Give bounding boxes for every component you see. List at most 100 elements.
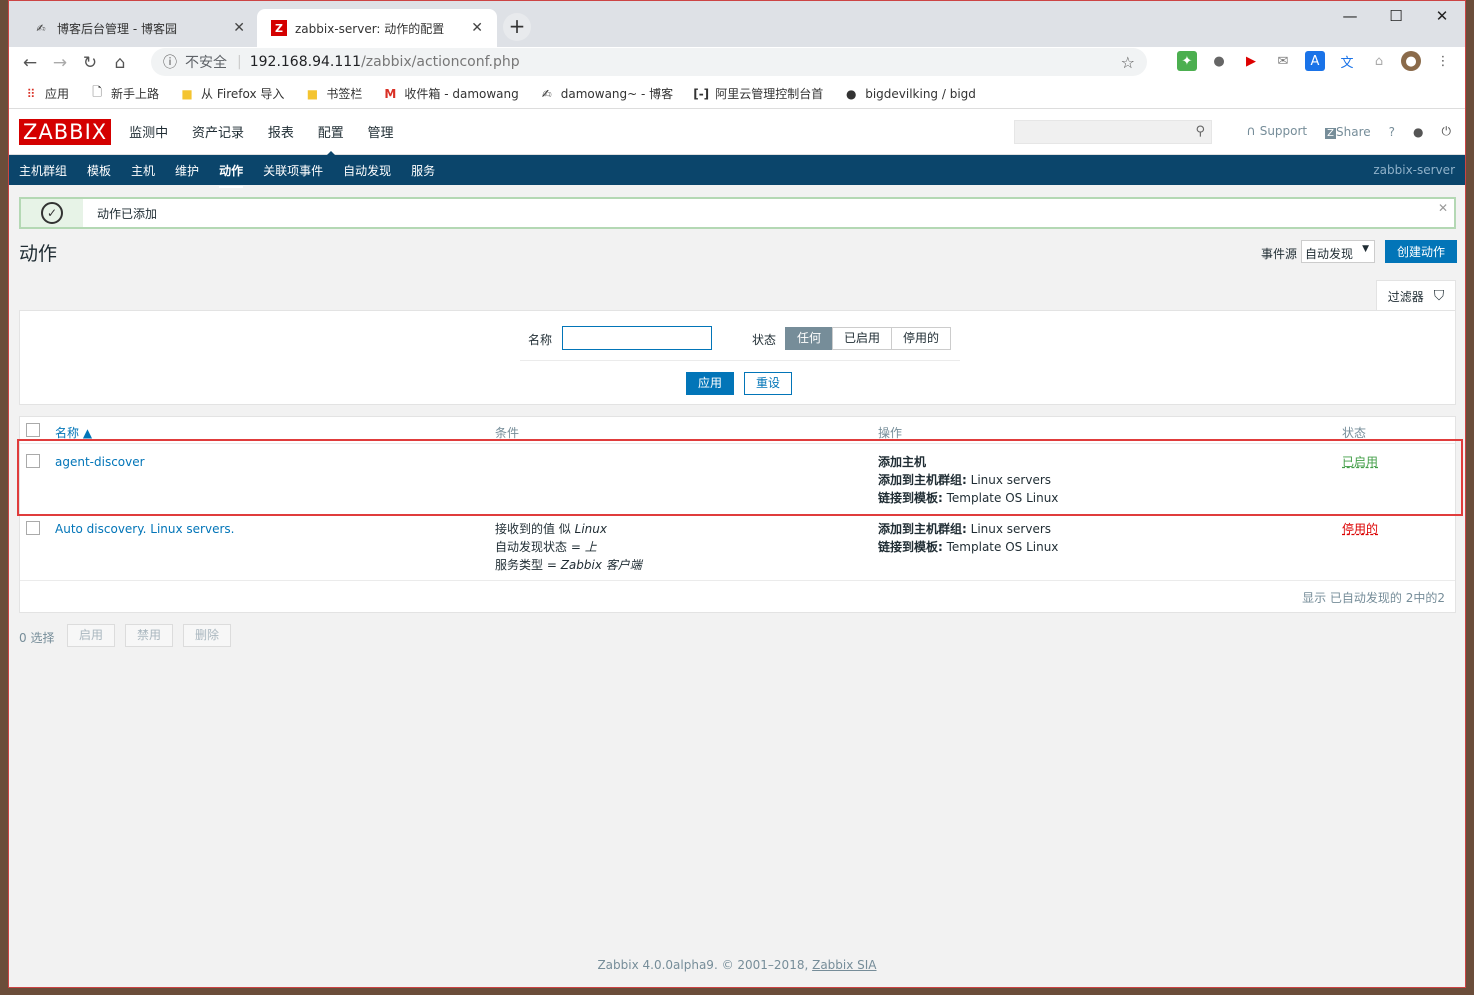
create-action-button[interactable]: 创建动作: [1385, 240, 1457, 263]
zabbix-logo[interactable]: ZABBIX: [19, 118, 112, 145]
search-input[interactable]: ⚲: [1014, 120, 1212, 144]
minimize-icon[interactable]: —: [1327, 5, 1373, 29]
operation-key: 添加到主机群组:: [878, 522, 967, 536]
menu-dots-icon[interactable]: ⋮: [1433, 51, 1453, 71]
aliyun-icon: [-]: [693, 86, 710, 101]
operations-cell: 添加到主机群组: Linux servers 链接到模板: Template O…: [878, 520, 1058, 556]
avatar[interactable]: ●: [1401, 51, 1421, 71]
filter-tab[interactable]: 过滤器 ⛉: [1376, 280, 1456, 311]
extension-color-icon[interactable]: ✦: [1177, 51, 1197, 71]
condition-line: 自动发现状态 = 上: [495, 538, 642, 556]
menu-configuration[interactable]: 配置: [318, 126, 344, 141]
tab-cnblogs[interactable]: ✍ 博客后台管理 - 博客园 ✕: [19, 9, 259, 47]
success-icon-box: ✓: [21, 199, 83, 227]
close-window-icon[interactable]: ✕: [1419, 5, 1465, 29]
condition-value: 上: [584, 540, 597, 554]
bookmark-apps[interactable]: ⠿ 应用: [23, 85, 69, 102]
close-icon[interactable]: ✕: [233, 20, 245, 36]
extension-translate-icon[interactable]: 文: [1337, 51, 1357, 71]
new-tab-button[interactable]: +: [503, 13, 531, 41]
github-icon: ●: [845, 86, 857, 101]
status-disabled[interactable]: 停用的: [891, 327, 952, 350]
bookmark-getting-started[interactable]: 🗋 新手上路: [89, 85, 159, 102]
submenu-hosts[interactable]: 主机: [131, 162, 155, 179]
disable-button[interactable]: 禁用: [125, 624, 173, 647]
condition-value: Zabbix 客户端: [560, 558, 642, 572]
support-link[interactable]: ∩ Support: [1246, 124, 1307, 139]
action-name-link[interactable]: Auto discovery. Linux servers.: [55, 520, 234, 538]
extension-mail-icon[interactable]: ✉: [1273, 51, 1293, 71]
select-all-checkbox[interactable]: [26, 423, 40, 437]
status-radio-group: 任何 已启用 停用的: [785, 327, 952, 350]
bookmark-star-icon[interactable]: ☆: [1121, 53, 1135, 72]
tab-title: zabbix-server: 动作的配置: [295, 21, 445, 36]
tab-zabbix[interactable]: Z zabbix-server: 动作的配置 ✕: [257, 9, 497, 47]
search-icon[interactable]: ⚲: [1195, 124, 1205, 139]
bookmark-bar-folder[interactable]: ■ 书签栏: [304, 85, 363, 102]
close-icon[interactable]: ✕: [471, 20, 483, 36]
apply-button[interactable]: 应用: [686, 372, 734, 395]
home-icon[interactable]: ⌂: [105, 53, 135, 73]
menu-inventory[interactable]: 资产记录: [192, 126, 244, 141]
row-checkbox[interactable]: [26, 521, 40, 535]
status-any[interactable]: 任何: [785, 327, 834, 350]
operation-value: Template OS Linux: [942, 540, 1059, 554]
info-icon[interactable]: ⓘ: [163, 52, 177, 72]
window-controls: — ☐ ✕: [1327, 5, 1465, 29]
delete-button[interactable]: 删除: [183, 624, 231, 647]
enable-button[interactable]: 启用: [67, 624, 115, 647]
address-bar[interactable]: ⓘ 不安全 | 192.168.94.111/zabbix/actionconf…: [151, 48, 1147, 76]
submenu-templates[interactable]: 模板: [87, 162, 111, 179]
bookmark-github[interactable]: ● bigdevilking / bigd: [843, 86, 976, 102]
submenu-discovery[interactable]: 自动发现: [343, 162, 391, 179]
footer: Zabbix 4.0.0alpha9. © 2001–2018, Zabbix …: [9, 958, 1465, 972]
status-enabled[interactable]: 已启用: [832, 327, 893, 350]
user-profile-icon[interactable]: ●: [1413, 125, 1423, 139]
status-badge[interactable]: 停用的: [1342, 520, 1378, 538]
submenu-actions[interactable]: 动作: [219, 162, 244, 188]
bookmark-gmail[interactable]: M 收件箱 - damowang: [382, 85, 518, 102]
back-icon[interactable]: ←: [15, 53, 45, 73]
bookmark-label: 阿里云管理控制台首: [715, 87, 824, 101]
footer-link[interactable]: Zabbix SIA: [812, 958, 876, 972]
event-source-label: 事件源: [1261, 247, 1298, 261]
event-source-value: 自动发现: [1305, 247, 1354, 261]
menu-monitoring[interactable]: 监测中: [129, 126, 168, 141]
extension-youtube-icon[interactable]: ▶: [1241, 51, 1261, 71]
submenu-maintenance[interactable]: 维护: [175, 162, 199, 179]
support-label: Support: [1259, 124, 1308, 138]
maximize-icon[interactable]: ☐: [1373, 5, 1419, 29]
bookmark-firefox-import[interactable]: ■ 从 Firefox 导入: [179, 85, 284, 102]
check-icon: ✓: [41, 202, 63, 224]
headset-icon: ∩: [1246, 124, 1256, 139]
menu-reports[interactable]: 报表: [268, 126, 294, 141]
reload-icon[interactable]: ↻: [75, 53, 105, 73]
submenu-correlation[interactable]: 关联项事件: [263, 162, 323, 179]
bookmark-cnblogs[interactable]: ✍ damowang~ - 博客: [539, 85, 673, 102]
help-icon[interactable]: ?: [1389, 125, 1395, 139]
bookmark-label: 从 Firefox 导入: [201, 87, 285, 101]
top-menu: 监测中 资产记录 报表 配置 管理: [129, 122, 413, 141]
forward-icon[interactable]: →: [45, 53, 75, 73]
zabbix-icon: Z: [271, 20, 287, 36]
extension-bulb-icon[interactable]: ●: [1209, 51, 1229, 71]
share-link[interactable]: Z Share: [1325, 125, 1371, 139]
menu-administration[interactable]: 管理: [368, 126, 394, 141]
url-host: 192.168.94.111: [249, 54, 362, 70]
extension-home-icon[interactable]: ⌂: [1369, 51, 1389, 71]
submenu-services[interactable]: 服务: [411, 162, 435, 179]
bookmark-label: damowang~ - 博客: [560, 87, 674, 101]
filter-tab-label: 过滤器: [1387, 289, 1424, 304]
close-icon[interactable]: ✕: [1438, 201, 1448, 215]
filter-name-input[interactable]: [562, 326, 712, 350]
condition-line: 接收到的值 似 Linux: [495, 520, 642, 538]
extension-a-icon[interactable]: A: [1305, 51, 1325, 71]
browser-window: ✍ 博客后台管理 - 博客园 ✕ Z zabbix-server: 动作的配置 …: [8, 0, 1466, 988]
logout-icon[interactable]: ⏻: [1442, 124, 1452, 139]
operation-line: 添加到主机群组: Linux servers: [878, 520, 1058, 538]
submenu-host-groups[interactable]: 主机群组: [19, 162, 67, 179]
event-source-select[interactable]: 自动发现 ▼: [1301, 240, 1375, 263]
bookmark-aliyun[interactable]: [-] 阿里云管理控制台首: [693, 85, 823, 102]
reset-button[interactable]: 重设: [744, 372, 792, 395]
dropdown-arrow-icon: ▼: [1362, 244, 1369, 254]
